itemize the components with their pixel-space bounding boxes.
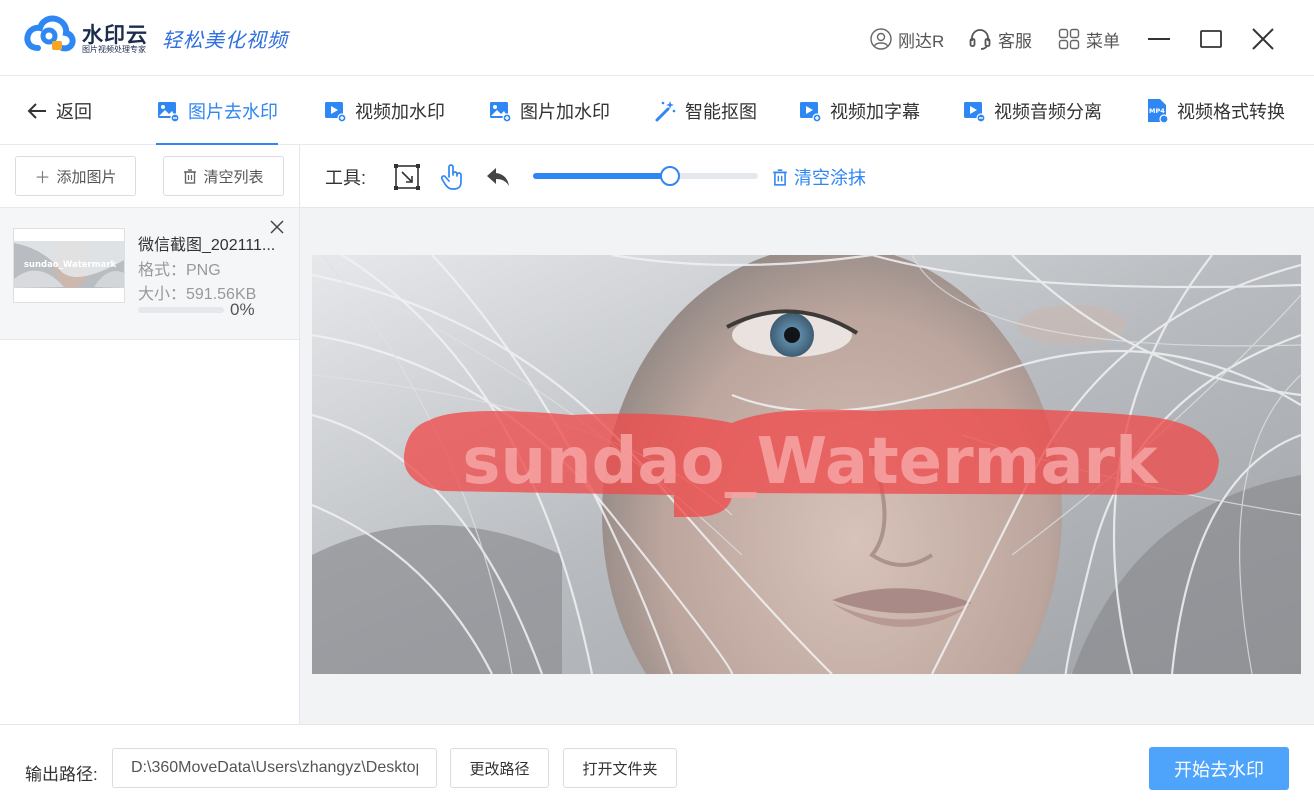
user-account-button[interactable]: 刚达R: [870, 26, 944, 52]
clear-list-label: 清空列表: [203, 168, 264, 186]
output-path-input[interactable]: [112, 748, 437, 788]
customer-service-button[interactable]: 客服: [968, 26, 1032, 52]
back-button[interactable]: 返回: [26, 76, 92, 145]
file-thumbnail: sundao_Watermark: [13, 228, 125, 303]
file-name: 微信截图_202111...: [138, 237, 276, 254]
output-footer: 输出路径: 更改路径 打开文件夹 开始去水印: [0, 724, 1314, 810]
brand-subtitle: 图片视频处理专家: [82, 45, 146, 54]
brush-hand-tool[interactable]: [439, 163, 467, 191]
file-list-item[interactable]: sundao_Watermark 微信截图_202111... 格式：PNG 大…: [0, 208, 299, 340]
select-box-icon: [394, 164, 420, 190]
undo-icon: [487, 168, 509, 186]
video-icon: [325, 101, 347, 123]
minimize-icon: [1148, 38, 1170, 40]
start-remove-watermark-button[interactable]: 开始去水印: [1149, 747, 1289, 790]
tab-video-add-watermark[interactable]: 视频加水印: [323, 76, 445, 145]
photo-canvas[interactable]: sundao_Watermark: [312, 255, 1301, 674]
change-path-button[interactable]: 更改路径: [450, 748, 549, 788]
user-icon: [870, 28, 892, 50]
slider-fill: [533, 173, 671, 179]
back-label: 返回: [56, 101, 92, 122]
video-icon: [800, 101, 822, 123]
progress-text: 0%: [230, 300, 255, 319]
add-image-button[interactable]: ＋ 添加图片: [15, 156, 136, 196]
select-box-tool[interactable]: [393, 163, 421, 191]
close-icon: [270, 220, 284, 234]
grid-menu-icon: [1058, 28, 1080, 50]
customer-service-label: 客服: [998, 31, 1032, 51]
headset-icon: [969, 29, 991, 50]
close-window-button[interactable]: [1250, 26, 1276, 52]
tab-video-audio-separation[interactable]: 视频音频分离: [962, 76, 1102, 145]
clear-paint-button[interactable]: 清空涂抹: [772, 164, 866, 190]
file-list-panel: ＋ 添加图片 清空列表 sundao_Watermark 微信截图_202111…: [0, 145, 300, 724]
undo-button[interactable]: [484, 163, 512, 191]
tab-label: 智能抠图: [685, 101, 757, 122]
tools-label: 工具:: [325, 168, 367, 188]
mp4-file-icon: MP4: [1148, 98, 1169, 124]
trash-icon: [773, 168, 787, 186]
portrait-photo: sundao_Watermark: [312, 255, 1301, 674]
feature-nav: 返回 图片去水印 视频加水印 图片加水印 智能抠图 视频加字幕 视频音频分离 M…: [0, 76, 1314, 145]
watermark-text: sundao_Watermark: [462, 425, 1159, 499]
tab-video-add-subtitles[interactable]: 视频加字幕: [798, 76, 920, 145]
thumbnail-image: sundao_Watermark: [14, 229, 124, 302]
preview-canvas-area: sundao_Watermark: [300, 208, 1314, 724]
title-bar: 水印云 图片视频处理专家 轻松美化视频 刚达R 客服 菜单: [0, 0, 1314, 76]
tab-label: 视频音频分离: [994, 101, 1102, 122]
tab-image-add-watermark[interactable]: 图片加水印: [488, 76, 610, 145]
brush-size-slider[interactable]: [533, 166, 758, 186]
slogan: 轻松美化视频: [162, 28, 288, 52]
tab-label: 视频加水印: [355, 101, 445, 122]
file-format: 格式：PNG: [138, 262, 221, 279]
plus-icon: ＋: [34, 170, 51, 187]
minimize-button[interactable]: [1146, 26, 1172, 52]
image-icon: [158, 101, 180, 123]
magic-wand-icon: [655, 100, 676, 121]
video-icon: [964, 101, 986, 123]
tab-label: 图片去水印: [188, 101, 278, 122]
close-icon: [1252, 28, 1274, 50]
progress-bar: [138, 307, 224, 313]
tab-label: 视频加字幕: [830, 101, 920, 122]
clear-list-button[interactable]: 清空列表: [163, 156, 284, 196]
svg-text:MP4: MP4: [1149, 107, 1165, 115]
remove-file-button[interactable]: [270, 218, 284, 238]
tab-smart-cutout[interactable]: 智能抠图: [653, 76, 757, 145]
menu-label: 菜单: [1086, 31, 1120, 51]
maximize-icon: [1200, 30, 1222, 48]
user-name: 刚达R: [898, 31, 945, 51]
editor-toolbar: 工具: 清空涂抹: [300, 145, 1314, 208]
image-icon: [490, 101, 512, 123]
clear-paint-label: 清空涂抹: [794, 168, 866, 188]
tab-label: 视频格式转换: [1177, 101, 1285, 122]
tab-label: 图片加水印: [520, 101, 610, 122]
tab-remove-image-watermark[interactable]: 图片去水印: [156, 76, 278, 145]
add-image-label: 添加图片: [56, 168, 117, 186]
trash-icon: [184, 168, 197, 184]
thumbnail-watermark-text: sundao_Watermark: [24, 260, 117, 270]
menu-button[interactable]: 菜单: [1058, 26, 1120, 52]
maximize-button[interactable]: [1198, 26, 1224, 52]
tab-video-format-convert[interactable]: MP4 视频格式转换: [1145, 76, 1285, 145]
output-path-label: 输出路径:: [25, 765, 98, 784]
open-folder-button[interactable]: 打开文件夹: [563, 748, 677, 788]
slider-thumb[interactable]: [660, 166, 681, 186]
arrow-left-icon: [27, 102, 46, 119]
hand-pointer-icon: [440, 164, 462, 190]
cloud-logo-icon: [24, 15, 76, 52]
